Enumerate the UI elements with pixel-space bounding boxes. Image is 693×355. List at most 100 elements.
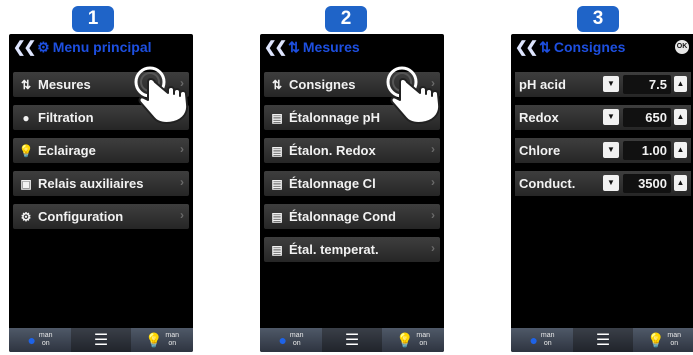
setpoint-value[interactable]: 7.5 — [623, 75, 671, 94]
light-mode-button[interactable]: 💡 man on — [633, 328, 693, 352]
calibration-icon: ▤ — [271, 176, 283, 191]
setpoint-value[interactable]: 3500 — [623, 174, 671, 193]
step-badge-2: 2 — [325, 6, 367, 32]
menu-item-label: Étal. temperat. — [289, 242, 379, 257]
mode-label: man on — [38, 332, 53, 347]
filtration-mode-button[interactable]: ● man on — [260, 328, 322, 352]
increase-button[interactable]: ▲ — [674, 109, 687, 125]
measures-icon: ⇅ — [20, 77, 32, 92]
ok-icon[interactable]: OK — [675, 40, 689, 54]
screen-title: Consignes — [553, 39, 626, 55]
calibration-icon: ▤ — [271, 209, 283, 224]
setpoint-value[interactable]: 1.00 — [623, 141, 671, 160]
setpoint-row-chlore: Chlore ▼ 1.00 ▲ — [515, 138, 691, 163]
setpoint-label: Redox — [519, 110, 559, 125]
calibration-icon: ▤ — [271, 242, 283, 257]
mode-label: man on — [289, 332, 304, 347]
bottom-bar: ● man on ☰ 💡 man on — [9, 328, 193, 352]
calibration-icon: ▤ — [271, 143, 283, 158]
light-icon: 💡 — [18, 143, 34, 158]
menu-item-label: Filtration — [38, 110, 94, 125]
decrease-button[interactable]: ▼ — [603, 76, 619, 92]
menu-item-label: Étalonnage pH — [289, 110, 381, 125]
decrease-button[interactable]: ▼ — [603, 175, 619, 191]
light-mode-button[interactable]: 💡 man on — [131, 328, 193, 352]
menu-list-button[interactable]: ☰ — [322, 328, 382, 352]
menu-item-label: Configuration — [38, 209, 124, 224]
setpoint-row-redox: Redox ▼ 650 ▲ — [515, 105, 691, 130]
setpoint-value[interactable]: 650 — [623, 108, 671, 127]
menu-item-configuration[interactable]: ⚙ Configuration › — [13, 204, 189, 229]
calibration-icon: ▤ — [271, 110, 283, 125]
menu-list-button[interactable]: ☰ — [573, 328, 633, 352]
measures-icon: ⇅ — [271, 77, 283, 92]
filtration-mode-button[interactable]: ● man on — [511, 328, 573, 352]
menu-item-label: Étalonnage Cl — [289, 176, 376, 191]
setpoint-label: Chlore — [519, 143, 561, 158]
back-double-chevron-icon[interactable]: ❮❮ — [13, 38, 36, 56]
step-badge-1: 1 — [72, 6, 114, 32]
mode-label: man on — [416, 332, 431, 347]
bottom-bar: ● man on ☰ 💡 man on — [260, 328, 444, 352]
increase-button[interactable]: ▲ — [674, 175, 687, 191]
setpoint-row-ph: pH acid ▼ 7.5 ▲ — [515, 72, 691, 97]
setpoint-row-conduct: Conduct. ▼ 3500 ▲ — [515, 171, 691, 196]
config-icon: ⚙ — [37, 38, 50, 55]
menu-item-label: Relais auxiliaires — [38, 176, 144, 191]
screen-consignes: ❮❮ ⇅ Consignes OK pH acid ▼ 7.5 ▲ Redox … — [511, 34, 693, 352]
menu-item-label: Étalon. Redox — [289, 143, 376, 158]
list-icon: ☰ — [595, 332, 611, 349]
chevron-right-icon: › — [431, 175, 435, 189]
decrease-button[interactable]: ▼ — [603, 109, 619, 125]
menu-item-etalonnage-cl[interactable]: ▤ Étalonnage Cl › — [264, 171, 440, 196]
step-badge-3: 3 — [577, 6, 619, 32]
list-icon: ☰ — [344, 332, 360, 349]
chevron-right-icon: › — [180, 175, 184, 189]
filtration-mode-button[interactable]: ● man on — [9, 328, 71, 352]
light-icon: 💡 — [144, 331, 163, 348]
light-icon: 💡 — [395, 331, 414, 348]
menu-item-label: Mesures — [38, 77, 91, 92]
menu-item-etal-temperat[interactable]: ▤ Étal. temperat. › — [264, 237, 440, 262]
back-double-chevron-icon[interactable]: ❮❮ — [515, 38, 538, 56]
menu-item-label: Consignes — [289, 77, 356, 92]
mode-label: man on — [165, 332, 180, 347]
menu-item-eclairage[interactable]: 💡 Eclairage › — [13, 138, 189, 163]
menu-list-button[interactable]: ☰ — [71, 328, 131, 352]
light-mode-button[interactable]: 💡 man on — [382, 328, 444, 352]
increase-button[interactable]: ▲ — [674, 76, 687, 92]
tap-hand-icon — [386, 66, 441, 124]
title-bar: ❮❮ ⇅ Mesures — [260, 34, 444, 60]
measures-icon: ⇅ — [288, 38, 300, 55]
config-icon: ⚙ — [20, 209, 32, 224]
menu-item-etalon-redox[interactable]: ▤ Étalon. Redox › — [264, 138, 440, 163]
screen-title: Menu principal — [52, 39, 152, 55]
increase-button[interactable]: ▲ — [674, 142, 687, 158]
title-bar: ❮❮ ⚙ Menu principal — [9, 34, 193, 60]
pump-icon: ● — [278, 332, 287, 348]
setpoint-label: pH acid — [519, 77, 566, 92]
menu-item-label: Eclairage — [38, 143, 96, 158]
tap-hand-icon — [134, 66, 189, 124]
pump-icon: ● — [27, 332, 36, 348]
measures-icon: ⇅ — [539, 38, 551, 55]
menu-item-etalonnage-cond[interactable]: ▤ Étalonnage Cond › — [264, 204, 440, 229]
back-double-chevron-icon[interactable]: ❮❮ — [264, 38, 287, 56]
menu-item-label: Étalonnage Cond — [289, 209, 396, 224]
chevron-right-icon: › — [431, 142, 435, 156]
mode-label: man on — [667, 332, 682, 347]
chevron-right-icon: › — [180, 208, 184, 222]
pump-icon: ● — [529, 332, 538, 348]
setpoint-label: Conduct. — [519, 176, 576, 191]
chevron-right-icon: › — [431, 241, 435, 255]
chevron-right-icon: › — [431, 208, 435, 222]
light-icon: 💡 — [646, 331, 665, 348]
title-bar: ❮❮ ⇅ Consignes — [511, 34, 693, 60]
list-icon: ☰ — [93, 332, 109, 349]
menu-item-relais[interactable]: ▣ Relais auxiliaires › — [13, 171, 189, 196]
pump-icon: ● — [22, 110, 30, 125]
relay-icon: ▣ — [20, 176, 32, 191]
chevron-right-icon: › — [180, 142, 184, 156]
decrease-button[interactable]: ▼ — [603, 142, 619, 158]
mode-label: man on — [540, 332, 555, 347]
